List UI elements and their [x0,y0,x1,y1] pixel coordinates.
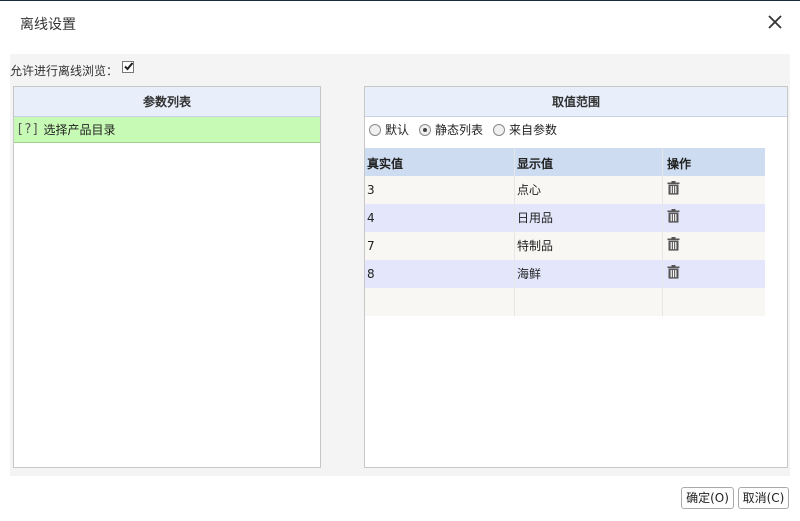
table-row: 7 特制品 [365,232,765,260]
new-real-value-cell[interactable] [365,288,515,316]
radio-default-circle[interactable] [369,123,381,136]
new-display-value-cell[interactable] [515,288,663,316]
param-list-header: 参数列表 [14,87,320,117]
column-header-real-value: 真实值 [365,148,515,176]
column-header-display-value: 显示值 [515,148,663,176]
param-item-label: 选择产品目录 [43,123,116,137]
display-value-cell[interactable]: 点心 [515,176,663,204]
table-header-row: 真实值 显示值 操作 [365,148,765,176]
action-cell [663,260,764,288]
radio-from-param-circle[interactable] [493,123,506,136]
delete-icon[interactable] [667,180,680,195]
param-item-select-product-catalog[interactable]: [?] 选择产品目录 [14,117,320,143]
dialog-title: 离线设置 [20,17,76,33]
real-value-cell[interactable]: 3 [365,176,515,204]
table-row: 4 日用品 [365,204,765,232]
action-cell [663,204,764,232]
static-value-table: 真实值 显示值 操作 3 点心 4 日用品 7 特制品 8 海鲜 [365,148,765,316]
table-row: 3 点心 [365,176,765,204]
radio-static-list-circle[interactable] [419,123,432,136]
action-cell [663,176,764,204]
radio-static-list-label: 静态列表 [435,123,484,137]
display-value-cell[interactable]: 海鲜 [515,260,663,288]
value-range-header: 取值范围 [365,87,787,117]
new-action-cell [663,288,764,316]
close-icon [768,15,782,29]
real-value-cell[interactable]: 8 [365,260,515,288]
allow-offline-label: 允许进行离线浏览： [10,63,119,78]
cancel-button[interactable]: 取消(C) [738,487,789,509]
checkmark-icon [124,62,134,71]
table-row-empty [365,288,765,316]
real-value-cell[interactable]: 4 [365,204,515,232]
ok-button[interactable]: 确定(O) [681,487,734,509]
close-button[interactable] [766,13,784,31]
allow-offline-checkbox[interactable] [122,61,135,73]
radio-from-param[interactable]: 来自参数 [493,121,557,138]
radio-default[interactable]: 默认 [369,121,409,138]
radio-default-label: 默认 [385,123,410,137]
display-value-cell[interactable]: 特制品 [515,232,663,260]
param-list-panel: 参数列表 [?] 选择产品目录 [13,86,321,468]
radio-static-list[interactable]: 静态列表 [419,121,483,138]
allow-offline-row: 允许进行离线浏览： [10,61,135,78]
delete-icon[interactable] [667,236,680,251]
delete-icon[interactable] [667,208,680,223]
delete-icon[interactable] [667,264,680,279]
radio-from-param-label: 来自参数 [509,123,558,137]
real-value-cell[interactable]: 7 [365,232,515,260]
dialog-content: 允许进行离线浏览： 参数列表 [?] 选择产品目录 取值范围 默认 静态列表 来… [10,54,790,476]
table-row: 8 海鲜 [365,260,765,288]
question-mark-icon: [?] [16,122,40,137]
value-range-panel: 取值范围 默认 静态列表 来自参数 真实值 显示值 操作 3 点心 4 日用品 … [364,86,788,468]
dialog-titlebar: 离线设置 [0,0,800,46]
column-header-action: 操作 [667,157,692,171]
action-cell [663,232,764,260]
range-type-radio-group: 默认 静态列表 来自参数 [369,121,557,138]
display-value-cell[interactable]: 日用品 [515,204,663,232]
